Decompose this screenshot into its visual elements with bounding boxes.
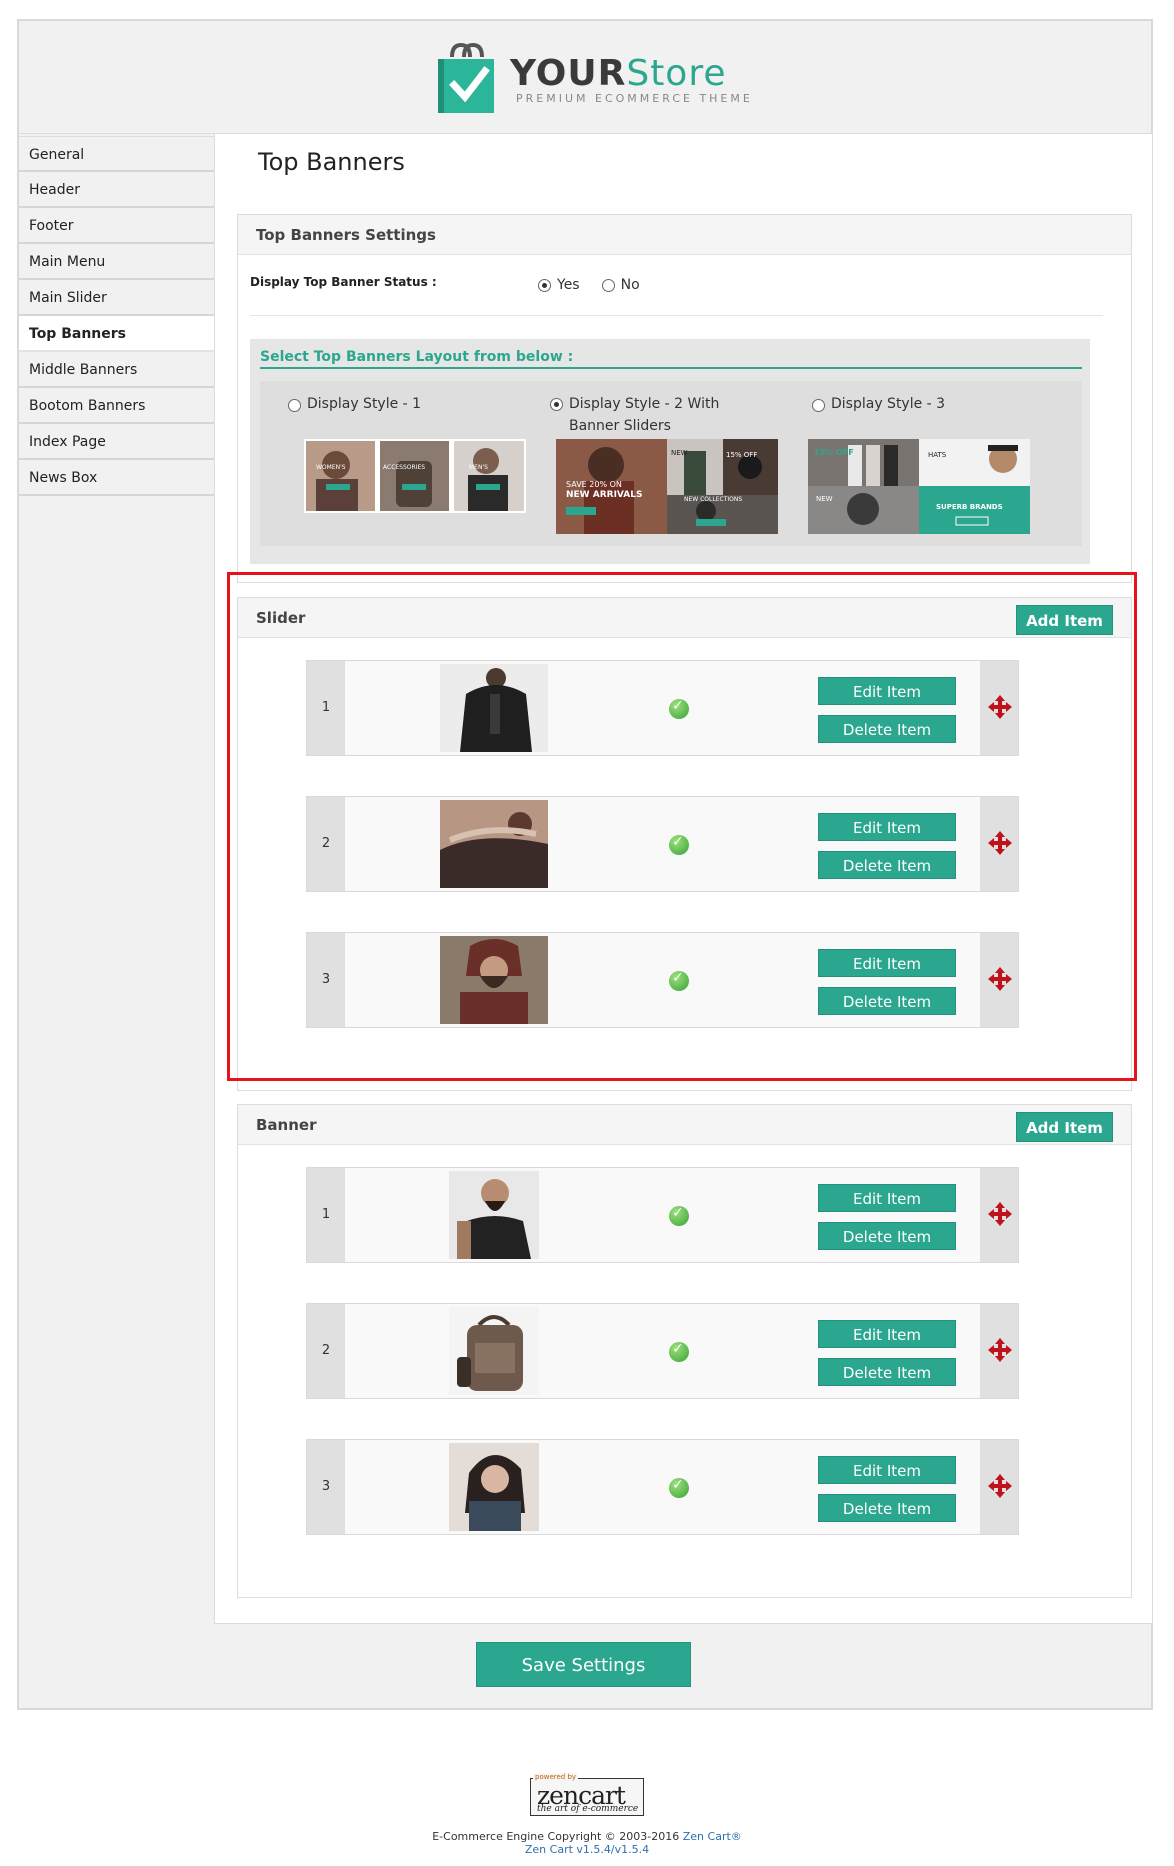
style-3-label-3: NEW [816, 495, 833, 503]
radio-unchecked-icon [812, 399, 825, 412]
sidebar-item-news-box[interactable]: News Box [19, 460, 215, 496]
layout-style-2-label: Display Style - 2 With Banner Sliders [569, 396, 720, 434]
layout-style-3-label: Display Style - 3 [831, 396, 946, 412]
zencart-powered-by: powered by [533, 1773, 579, 1781]
footer: powered by zencart the art of e-commerce… [0, 1773, 1174, 1856]
radio-checked-icon [550, 398, 563, 411]
row-body: Edit Item Delete Item [345, 1168, 982, 1262]
banner-row-1: 1 Edit Item Delete Item [306, 1167, 1019, 1263]
page-title: Top Banners [258, 148, 405, 176]
status-active-icon [669, 1477, 689, 1498]
layout-style-3-preview[interactable]: 15% OFF HATS NEW SUPERB BRANDS [808, 439, 1030, 534]
settings-panel: Top Banners Settings Display Top Banner … [237, 214, 1132, 583]
row-number: 3 [307, 1440, 345, 1534]
layout-options: Display Style - 1 Display Style - 2 With… [260, 381, 1082, 546]
row-number: 1 [307, 1168, 345, 1262]
brand-name-part2: Store [626, 53, 727, 94]
status-no-radio[interactable]: No [601, 277, 640, 293]
zencart-tagline: the art of e-commerce [537, 1804, 639, 1814]
drag-handle[interactable] [980, 1440, 1018, 1534]
banner-panel-title: Banner [256, 1116, 317, 1134]
style-1-label-2: ACCESSORIES [383, 464, 425, 471]
status-yes-label: Yes [557, 277, 580, 293]
status-yes-radio[interactable]: Yes [538, 277, 580, 293]
status-radio-group: Yes No [538, 277, 640, 293]
layout-title: Select Top Banners Layout from below : [260, 349, 1082, 369]
layout-style-1-label: Display Style - 1 [307, 396, 422, 412]
banner-row-3: 3 Edit Item Delete Item [306, 1439, 1019, 1535]
store-logo: YOURStore PREMIUM ECOMMERCE THEME [434, 39, 753, 119]
banner-panel-header: Banner Add Item [238, 1105, 1131, 1145]
sidebar-item-index-page[interactable]: Index Page [19, 424, 215, 460]
status-no-label: No [620, 277, 640, 293]
sidebar-item-main-slider[interactable]: Main Slider [19, 280, 215, 316]
divider [250, 315, 1103, 316]
sidebar: General Header Footer Main Menu Main Sli… [19, 136, 215, 496]
layout-style-3-radio[interactable]: Display Style - 3 [812, 396, 945, 412]
copyright-text: E-Commerce Engine Copyright © 2003-2016 [432, 1830, 680, 1843]
sidebar-item-main-menu[interactable]: Main Menu [19, 244, 215, 280]
drag-handle[interactable] [980, 1304, 1018, 1398]
style-3-label-4: SUPERB BRANDS [936, 503, 1003, 511]
style-1-label-3: MEN'S [469, 464, 488, 471]
edit-item-button[interactable]: Edit Item [818, 1320, 956, 1348]
radio-unchecked-icon [288, 399, 301, 412]
banner-row-2: 2 Edit Item Delete Item [306, 1303, 1019, 1399]
layout-selector: Select Top Banners Layout from below : D… [250, 339, 1090, 564]
highlight-box [227, 572, 1137, 1081]
row-body: Edit Item Delete Item [345, 1440, 982, 1534]
status-active-icon [669, 1341, 689, 1362]
sidebar-item-header[interactable]: Header [19, 172, 215, 208]
sidebar-item-footer[interactable]: Footer [19, 208, 215, 244]
sidebar-item-general[interactable]: General [19, 136, 215, 172]
style-3-label-1: 15% OFF [814, 448, 854, 457]
header: YOURStore PREMIUM ECOMMERCE THEME [19, 21, 1151, 134]
status-active-icon [669, 1205, 689, 1226]
style-3-label-2: HATS [928, 451, 947, 459]
style-2-label-5: NEW COLLECTIONS [684, 496, 742, 503]
delete-item-button[interactable]: Delete Item [818, 1494, 956, 1522]
banner-panel: Banner Add Item 1 Edit Item Delete Item [237, 1104, 1132, 1598]
banner-add-item-button[interactable]: Add Item [1016, 1112, 1113, 1142]
copyright: E-Commerce Engine Copyright © 2003-2016 … [0, 1830, 1174, 1843]
drag-handle[interactable] [980, 1168, 1018, 1262]
banner-thumbnail-1 [449, 1171, 539, 1259]
zencart-link[interactable]: Zen Cart® [683, 1830, 742, 1843]
status-label: Display Top Banner Status : [250, 275, 437, 289]
layout-style-1-radio[interactable]: Display Style - 1 [288, 396, 421, 412]
zencart-logo[interactable]: powered by zencart the art of e-commerce [530, 1773, 644, 1816]
banner-thumbnail-3 [449, 1443, 539, 1531]
brand-name-part1: YOUR [510, 53, 627, 94]
style-2-label-3: NEW [671, 449, 688, 457]
move-icon [988, 1338, 1012, 1362]
edit-item-button[interactable]: Edit Item [818, 1456, 956, 1484]
style-2-label-2: NEW ARRIVALS [566, 490, 642, 500]
sidebar-item-bottom-banners[interactable]: Bootom Banners [19, 388, 215, 424]
layout-style-2-preview[interactable]: SAVE 20% ON NEW ARRIVALS NEW 15% OFF NEW… [556, 439, 778, 534]
sidebar-item-top-banners[interactable]: Top Banners [19, 316, 215, 352]
delete-item-button[interactable]: Delete Item [818, 1358, 956, 1386]
style-2-label-4: 15% OFF [726, 451, 757, 459]
banner-thumbnail-2 [449, 1307, 539, 1395]
row-number: 2 [307, 1304, 345, 1398]
row-body: Edit Item Delete Item [345, 1304, 982, 1398]
layout-style-1-preview[interactable]: WOMEN'S ACCESSORIES MEN'S [304, 439, 526, 513]
delete-item-button[interactable]: Delete Item [818, 1222, 956, 1250]
save-settings-button[interactable]: Save Settings [476, 1642, 691, 1687]
move-icon [988, 1474, 1012, 1498]
edit-item-button[interactable]: Edit Item [818, 1184, 956, 1212]
settings-panel-title: Top Banners Settings [238, 215, 1131, 255]
style-1-label-1: WOMEN'S [316, 464, 346, 471]
version-link[interactable]: Zen Cart v1.5.4/v1.5.4 [0, 1843, 1174, 1856]
sidebar-item-middle-banners[interactable]: Middle Banners [19, 352, 215, 388]
layout-style-2-radio[interactable]: Display Style - 2 With Banner Sliders [550, 393, 760, 437]
radio-unchecked-icon [601, 278, 615, 292]
move-icon [988, 1202, 1012, 1226]
shopping-bag-icon [438, 43, 494, 113]
style-2-label-1: SAVE 20% ON [566, 480, 622, 489]
brand-tagline: PREMIUM ECOMMERCE THEME [516, 92, 753, 105]
radio-checked-icon [538, 278, 551, 292]
